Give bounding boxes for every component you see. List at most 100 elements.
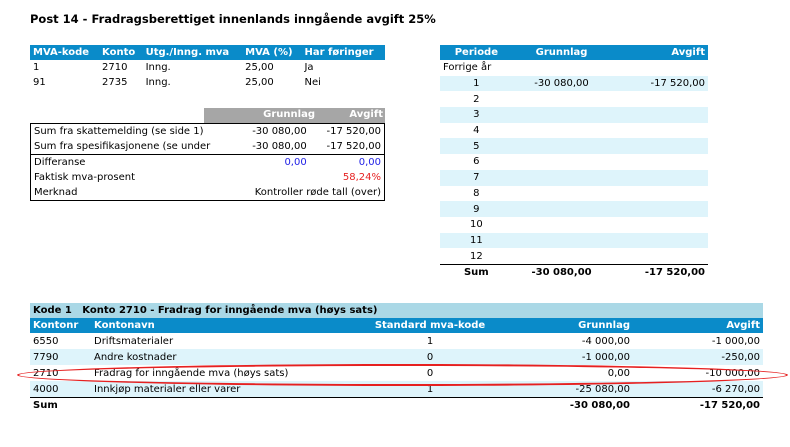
- cell: 2: [473, 93, 480, 105]
- cell: 0: [357, 349, 503, 365]
- highlight-ellipse: [17, 364, 788, 386]
- summary-table: Sum fra skattemelding (se side 1) -30 080…: [30, 123, 385, 201]
- cell: -30 080,00: [252, 141, 307, 152]
- cell: [513, 154, 611, 170]
- cell: Kontroller røde tall (over): [254, 187, 381, 198]
- table-row: 4: [440, 123, 708, 139]
- table-row: 3: [440, 107, 708, 123]
- cell: 10: [470, 219, 483, 231]
- cell: 1: [426, 335, 434, 347]
- row-label: Differanse: [34, 157, 86, 168]
- table-row: Differanse 0,00 0,00: [30, 154, 385, 171]
- cell: -1 000,00: [503, 349, 633, 365]
- periods-table: Periode Grunnlag Avgift Forrige år 1 -30 08…: [440, 45, 708, 280]
- col-header: Grunnlag: [503, 318, 633, 333]
- cell: 2710: [102, 62, 128, 73]
- row-label: Sum fra skattemelding (se side 1): [34, 126, 204, 137]
- col-header: MVA-kode: [30, 45, 99, 60]
- cell: [610, 107, 708, 123]
- cell: 58,24%: [342, 172, 381, 183]
- cell: 6550: [33, 335, 59, 347]
- page-title: Post 14 - Fradragsberettiget innenlands …: [30, 12, 436, 26]
- cell: [610, 201, 708, 217]
- cell: 0,00: [358, 157, 381, 168]
- col-header: Standard mva-kode: [357, 318, 503, 333]
- cell: 3: [440, 107, 513, 123]
- cell: [610, 217, 708, 233]
- cell: [512, 169, 611, 186]
- cell: -17 520,00: [644, 266, 705, 278]
- col-header: MVA (%): [242, 45, 302, 60]
- cell: -30 080,00: [531, 266, 592, 278]
- table-row: 1 2710 Inng. 25,00 Ja: [30, 60, 385, 75]
- col-header: Avgift: [610, 45, 708, 60]
- col-header: Kontonr: [30, 318, 91, 333]
- cell: [512, 232, 611, 249]
- cell: -6 270,00: [633, 381, 763, 398]
- cell: Driftsmaterialer: [94, 335, 174, 347]
- summary-header-bar: Grunnlag Avgift: [204, 108, 385, 123]
- table-row: 8: [440, 186, 708, 202]
- table-row: 5: [440, 138, 708, 155]
- row-label: Sum fra spesifikasjonene (se under: [34, 141, 211, 152]
- col-header: Grunnlag: [512, 45, 611, 60]
- cell: 1: [440, 75, 513, 92]
- cell: 91: [33, 77, 46, 88]
- cell: [512, 107, 611, 123]
- col-header: Avgift: [633, 318, 763, 333]
- table-row: 6550 Driftsmaterialer 1 -4 000,00 -1 000,00: [30, 333, 763, 349]
- cell: [512, 201, 611, 217]
- cell: Sum: [33, 400, 58, 411]
- table-row: 12: [440, 248, 708, 264]
- table-row: 2: [440, 91, 708, 107]
- cell: [610, 186, 708, 202]
- cell: 7790: [30, 349, 91, 365]
- cell: 4: [473, 125, 480, 137]
- table-row: 91 2735 Inng. 25,00 Nei: [30, 75, 385, 90]
- cell: Nei: [304, 77, 321, 88]
- cell: -17 520,00: [326, 126, 381, 137]
- cell: -30 080,00: [569, 400, 630, 411]
- cell: [610, 248, 708, 264]
- cell: 5: [440, 138, 513, 155]
- table-row: 6: [440, 154, 708, 170]
- cell: 25,00: [245, 62, 274, 73]
- cell: -17 520,00: [610, 75, 708, 92]
- cell: -4 000,00: [581, 335, 630, 347]
- col-header: Utg./Inng. mva: [142, 45, 243, 60]
- cell: [610, 91, 708, 107]
- previous-year-label: Forrige år: [443, 62, 492, 74]
- table-row: Merknad Kontroller røde tall (over): [31, 185, 385, 201]
- col-header: Periode: [440, 45, 513, 60]
- cell: [610, 169, 708, 186]
- cell: [513, 186, 611, 202]
- cell: 2735: [102, 77, 128, 88]
- cell: Inng.: [145, 77, 171, 88]
- table-row: 7790 Andre kostnader 0 -1 000,00 -250,00: [30, 349, 763, 365]
- cell: 9: [440, 201, 513, 217]
- cell: -17 520,00: [326, 141, 381, 152]
- col-header: Grunnlag: [263, 109, 315, 120]
- cell: [610, 232, 708, 249]
- cell: Ja: [304, 62, 314, 73]
- cell: Inng.: [145, 62, 171, 73]
- cell: [610, 154, 708, 170]
- table-row: 10: [440, 217, 708, 233]
- col-header: Konto: [99, 45, 143, 60]
- cell: Sum: [463, 266, 489, 278]
- cell: Andre kostnader: [91, 349, 357, 365]
- table-row: Sum fra spesifikasjonene (se under -30 08…: [31, 139, 385, 155]
- cell: 4000: [30, 381, 91, 398]
- cell: [513, 123, 611, 139]
- col-header: Kontonavn: [91, 318, 357, 333]
- cell: [513, 248, 611, 264]
- cell: 6: [473, 156, 480, 168]
- table-row: 11: [440, 232, 708, 249]
- cell: [610, 123, 708, 139]
- cell: -30 080,00: [512, 75, 611, 92]
- cell: 11: [440, 232, 513, 249]
- row-label: Merknad: [34, 187, 78, 198]
- cell: -30 080,00: [252, 126, 307, 137]
- cell: -250,00: [633, 349, 763, 365]
- cell: [512, 138, 611, 155]
